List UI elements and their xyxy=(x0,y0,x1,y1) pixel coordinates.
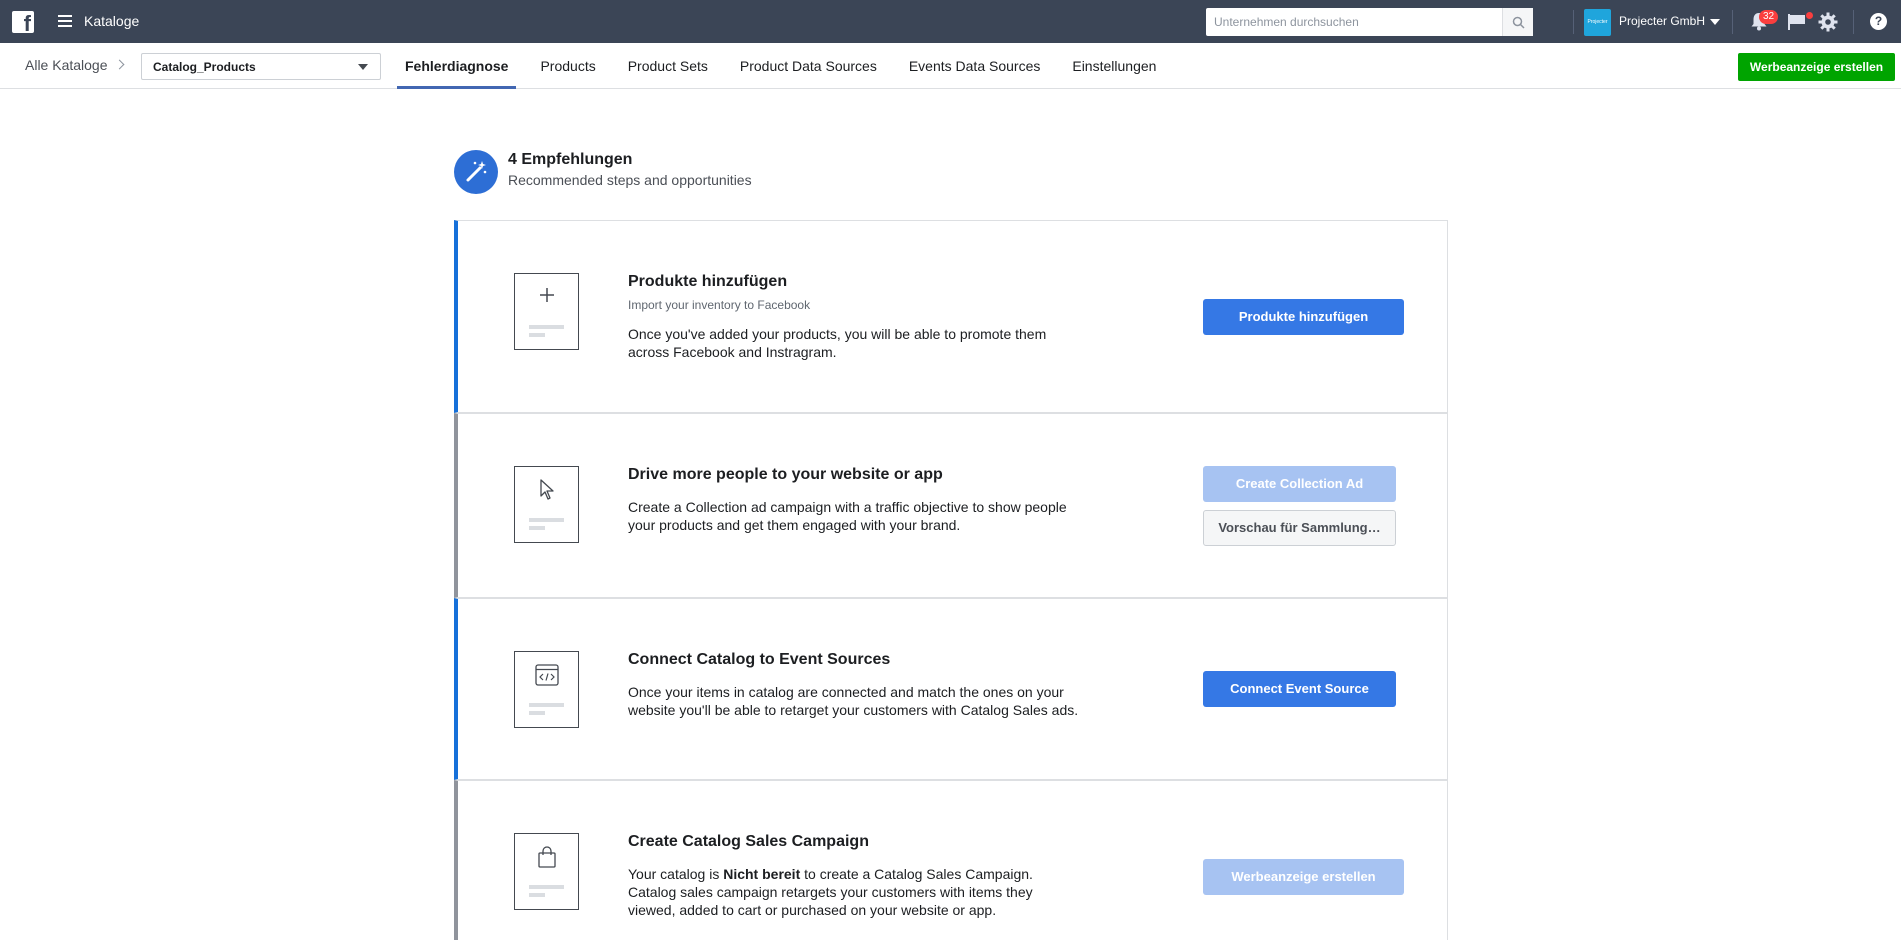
connect-event-source-button[interactable]: Connect Event Source xyxy=(1203,671,1396,707)
card-body-text: Your catalog is xyxy=(628,866,724,882)
add-products-button[interactable]: Produkte hinzufügen xyxy=(1203,299,1404,335)
card-body: Create a Collection ad campaign with a t… xyxy=(628,499,1067,533)
tab-product-data-sources[interactable]: Product Data Sources xyxy=(732,43,885,89)
card-body: Your catalog is Nicht bereit to create a… xyxy=(628,865,1078,919)
recommendation-card-drive-traffic: Drive more people to your website or app… xyxy=(454,413,1448,598)
chevron-down-icon[interactable] xyxy=(1710,19,1720,25)
chevron-right-icon xyxy=(114,59,125,70)
notification-badge: 32 xyxy=(1759,10,1779,24)
search-button[interactable] xyxy=(1502,8,1533,36)
recommendations-title: 4 Empfehlungen xyxy=(508,151,633,168)
search-icon xyxy=(1512,16,1525,29)
card-title: Connect Catalog to Event Sources xyxy=(628,651,891,668)
card-body: Once your items in catalog are connected… xyxy=(628,684,1079,718)
alert-dot xyxy=(1806,12,1813,19)
card-body: Once you've added your products, you wil… xyxy=(628,326,1047,360)
app-title[interactable]: Kataloge xyxy=(84,13,139,29)
breadcrumb-all-catalogs[interactable]: Alle Kataloge xyxy=(25,57,108,73)
card-title: Produkte hinzufügen xyxy=(628,273,788,290)
recommendation-card-catalog-sales: Create Catalog Sales Campaign Your catal… xyxy=(454,780,1448,940)
gear-icon[interactable] xyxy=(1818,12,1838,32)
recommendation-card-connect-events: Connect Catalog to Event Sources Once yo… xyxy=(454,598,1448,780)
create-ad-button[interactable]: Werbeanzeige erstellen xyxy=(1738,53,1895,81)
plus-icon xyxy=(514,273,579,350)
flag-icon[interactable] xyxy=(1787,13,1807,31)
tab-einstellungen[interactable]: Einstellungen xyxy=(1064,43,1164,89)
shopping-bag-icon xyxy=(514,833,579,910)
catalog-select-value: Catalog_Products xyxy=(153,60,256,74)
help-icon[interactable]: ? xyxy=(1870,13,1887,30)
preview-collection-button[interactable]: Vorschau für Sammlung… xyxy=(1203,510,1396,546)
business-avatar[interactable]: Projecter xyxy=(1584,9,1611,36)
top-bar: f Kataloge Projecter Projecter GmbH 32 ? xyxy=(0,0,1901,43)
create-collection-ad-button[interactable]: Create Collection Ad xyxy=(1203,466,1396,502)
recommendation-card-add-products: Produkte hinzufügen Import your inventor… xyxy=(454,220,1448,413)
business-search xyxy=(1206,8,1533,36)
recommendations-subtitle: Recommended steps and opportunities xyxy=(508,172,752,188)
card-subtitle: Import your inventory to Facebook xyxy=(628,298,811,312)
tab-bar: Fehlerdiagnose Products Product Sets Pro… xyxy=(397,43,1180,89)
facebook-logo-icon[interactable]: f xyxy=(12,11,34,33)
tab-fehlerdiagnose[interactable]: Fehlerdiagnose xyxy=(397,43,517,89)
tab-product-sets[interactable]: Product Sets xyxy=(620,43,716,89)
tab-products[interactable]: Products xyxy=(532,43,603,89)
topbar-divider xyxy=(1853,10,1854,34)
menu-icon[interactable] xyxy=(58,15,72,27)
code-window-icon xyxy=(514,651,579,728)
status-not-ready: Nicht bereit xyxy=(723,866,801,882)
catalog-nav: Alle Kataloge Catalog_Products Fehlerdia… xyxy=(0,43,1901,89)
tab-events-data-sources[interactable]: Events Data Sources xyxy=(901,43,1049,89)
card-title: Create Catalog Sales Campaign xyxy=(628,833,869,850)
business-name[interactable]: Projecter GmbH xyxy=(1619,14,1705,28)
caret-down-icon xyxy=(358,64,368,70)
catalog-select[interactable]: Catalog_Products xyxy=(141,53,381,80)
magic-wand-icon xyxy=(454,150,498,194)
card-title: Drive more people to your website or app xyxy=(628,466,943,483)
search-input[interactable] xyxy=(1206,8,1502,36)
cursor-icon xyxy=(514,466,579,543)
create-catalog-sales-ad-button[interactable]: Werbeanzeige erstellen xyxy=(1203,859,1404,895)
topbar-divider xyxy=(1573,10,1574,34)
topbar-divider xyxy=(1732,10,1733,34)
